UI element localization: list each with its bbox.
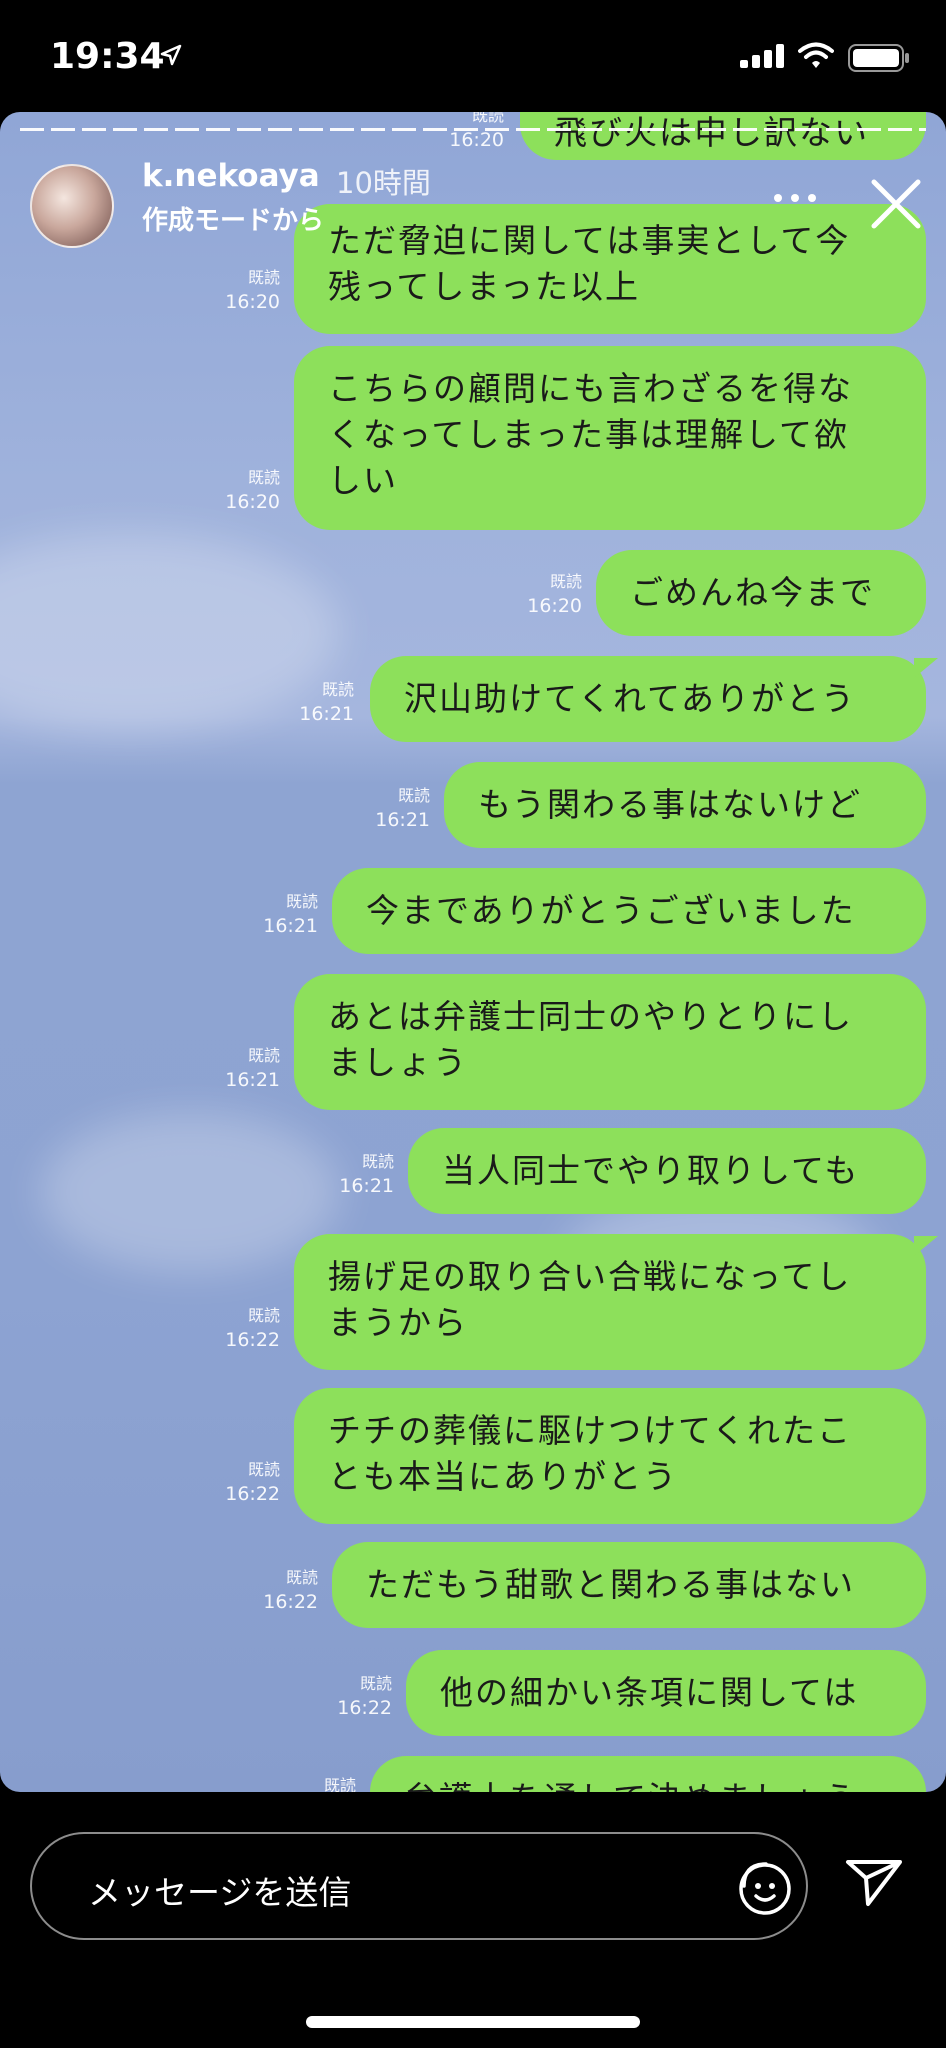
read-receipt: 既読: [397, 786, 430, 805]
story-view[interactable]: 既読 16:20 飛び火は申し訳ない 既読 16:20 ただ脅迫に関しては事実と…: [0, 112, 946, 1792]
message-time: 16:22: [337, 1697, 392, 1719]
send-icon[interactable]: [844, 1852, 904, 1912]
message-time: 16:22: [225, 1483, 280, 1505]
message-bubble: ただもう甜歌と関わる事はない: [332, 1542, 926, 1628]
more-icon[interactable]: [770, 190, 820, 206]
read-receipt: 既読: [247, 1460, 280, 1479]
message-meta: 既読 16:21: [244, 890, 318, 938]
message-meta: 既読 16:22: [208, 1304, 280, 1352]
message-meta: 既読 16:20: [210, 266, 280, 314]
message-time: 16:21: [299, 703, 354, 725]
message-time: 16:21: [339, 1175, 394, 1197]
message-meta: 既読 16:20: [210, 466, 280, 514]
message-bubble: 揚げ足の取り合い合戦になってし まうから: [294, 1234, 926, 1370]
read-receipt: 既読: [247, 1046, 280, 1065]
read-receipt: 既読: [549, 572, 582, 591]
bubble-tail: [914, 1236, 938, 1256]
message-bubble: ごめんね今まで: [596, 550, 926, 636]
read-receipt: 既読: [361, 1152, 394, 1171]
username[interactable]: k.nekoaya: [142, 158, 320, 194]
message-meta: 既読 16:21: [282, 678, 354, 726]
message-time: 16:20: [225, 291, 280, 313]
message-time: 16:20: [449, 129, 504, 151]
battery-icon: [848, 44, 909, 72]
message-meta: 既読 16:20: [440, 112, 504, 152]
read-receipt: 既読: [285, 892, 318, 911]
story-header: k.nekoaya 10時間 作成モードから: [0, 152, 946, 252]
bubble-tail: [914, 658, 938, 678]
story-subtitle: 作成モードから: [142, 206, 325, 236]
read-receipt: 既読: [247, 1306, 280, 1325]
message-bubble: 今までありがとうございました: [332, 868, 926, 954]
message-meta: 既読 16:22: [246, 1566, 318, 1614]
message-input[interactable]: メッセージを送信: [30, 1832, 808, 1940]
message-bubble: 弁護士を通して決めましょう: [370, 1756, 926, 1792]
message-bubble: チチの葬儀に駆けつけてくれたこ とも本当にありがとう: [294, 1388, 926, 1524]
location-arrow-icon: [160, 44, 182, 66]
read-receipt: 既読: [321, 680, 354, 699]
message-bubble: 当人同士でやり取りしても: [408, 1128, 926, 1214]
message-bubble: あとは弁護士同士のやりとりにし ましょう: [294, 974, 926, 1110]
message-bubble: こちらの顧問にも言わざるを得な くなってしまった事は理解して欲 しい: [294, 346, 926, 530]
message-meta: 既読: [300, 1774, 356, 1792]
status-time: 19:34: [50, 36, 165, 77]
message-time: 16:22: [263, 1591, 318, 1613]
message-input-placeholder: メッセージを送信: [88, 1873, 352, 1912]
status-bar: 19:34: [0, 0, 946, 110]
message-meta: 既読 16:21: [208, 1044, 280, 1092]
signal-icon: [740, 44, 784, 68]
message-time: 16:21: [375, 809, 430, 831]
read-receipt: 既読: [359, 1674, 392, 1693]
read-receipt: 既読: [247, 268, 280, 287]
wifi-icon: [798, 42, 834, 68]
read-receipt: 既読: [247, 468, 280, 487]
message-time: 16:21: [263, 915, 318, 937]
message-meta: 既読 16:20: [506, 570, 582, 618]
sticker-icon[interactable]: [732, 1856, 794, 1918]
message-meta: 既読 16:21: [356, 784, 430, 832]
close-icon[interactable]: [870, 178, 922, 230]
message-time: 16:22: [225, 1329, 280, 1351]
message-bubble: 他の細かい条項に関しては: [406, 1650, 926, 1736]
time-ago: 10時間: [336, 166, 431, 200]
message-bubble: もう関わる事はないけど: [444, 762, 926, 848]
read-receipt: 既読: [471, 112, 504, 125]
message-bubble: 沢山助けてくれてありがとう: [370, 656, 926, 742]
message-meta: 既読 16:22: [208, 1458, 280, 1506]
message-time: 16:20: [225, 491, 280, 513]
message-time: 16:20: [527, 595, 582, 617]
message-meta: 既読 16:22: [318, 1672, 392, 1720]
cloud-decoration: [40, 1112, 340, 1272]
message-time: 16:21: [225, 1069, 280, 1091]
avatar[interactable]: [30, 164, 114, 248]
home-indicator[interactable]: [306, 2016, 640, 2028]
story-progress-bar: [20, 128, 926, 131]
message-meta: 既読 16:21: [320, 1150, 394, 1198]
read-receipt: 既読: [285, 1568, 318, 1587]
read-receipt: 既読: [323, 1776, 356, 1792]
